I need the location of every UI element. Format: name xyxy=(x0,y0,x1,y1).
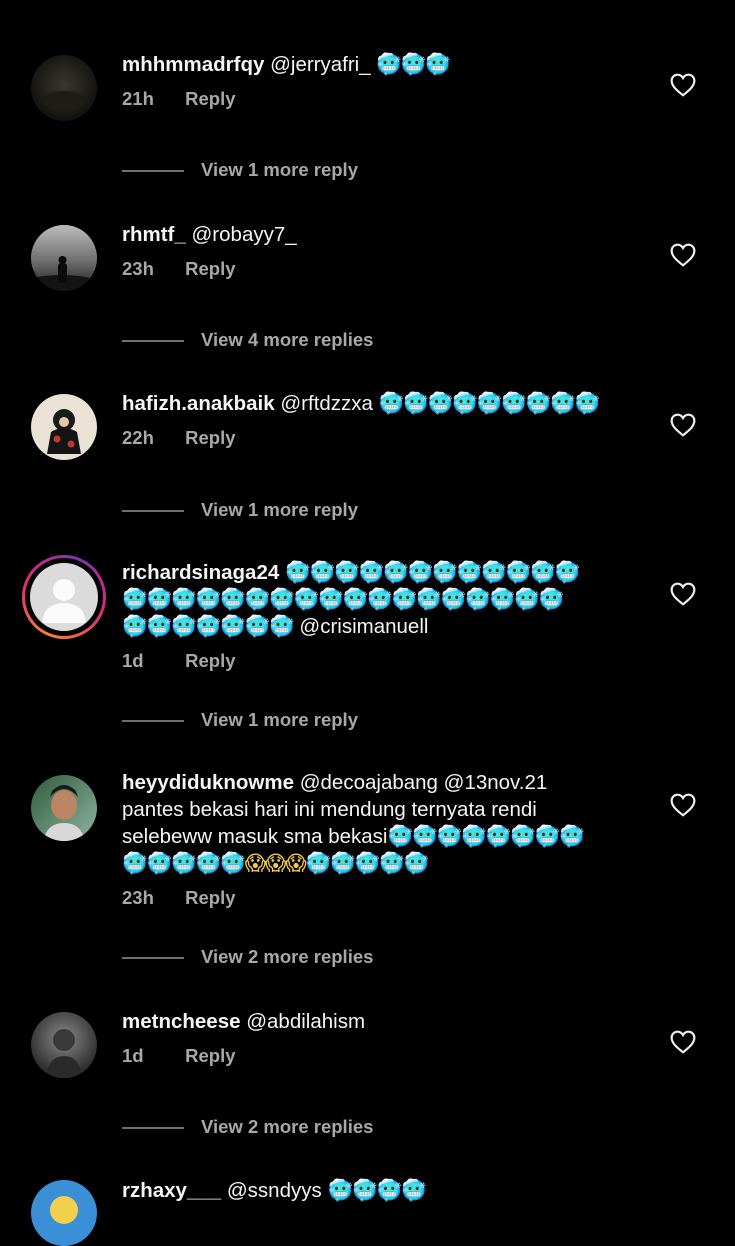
divider-line xyxy=(122,340,184,342)
comment-username[interactable]: rhmtf_ xyxy=(122,223,186,246)
comment-time: 1d xyxy=(122,1045,144,1066)
comment-time: 23h xyxy=(122,887,154,908)
reply-button[interactable]: Reply xyxy=(185,887,235,908)
heart-icon[interactable] xyxy=(670,1030,696,1054)
divider-line xyxy=(122,720,184,722)
comment-username[interactable]: mhhmmadrfqy xyxy=(122,53,264,76)
avatar[interactable] xyxy=(31,775,97,841)
comment-meta: 23h Reply xyxy=(122,887,236,909)
comment-time: 1d xyxy=(122,650,144,671)
comment-text: mhhmmadrfqy @jerryafri_ 🥶🥶🥶 xyxy=(122,51,642,78)
comment-text: hafizh.anakbaik @rftdzzxa 🥶🥶🥶🥶🥶🥶🥶🥶🥶 xyxy=(122,390,642,417)
comment-meta: 1d Reply xyxy=(122,1045,236,1067)
cold-face-emoji: 🥶🥶🥶🥶 xyxy=(327,1178,426,1202)
avatar[interactable] xyxy=(31,55,97,121)
comment-time: 22h xyxy=(122,427,154,448)
cold-face-emoji: 🥶🥶🥶🥶🥶🥶🥶 xyxy=(122,614,295,638)
comment-username[interactable]: richardsinaga24 xyxy=(122,561,279,584)
comment-meta: 22h Reply xyxy=(122,427,236,449)
comment-username[interactable]: rzhaxy___ xyxy=(122,1179,221,1202)
heart-icon[interactable] xyxy=(670,793,696,817)
view-more-label: View 2 more replies xyxy=(201,1116,374,1137)
reply-button[interactable]: Reply xyxy=(185,650,235,671)
view-more-label: View 1 more reply xyxy=(201,709,358,730)
view-more-label: View 4 more replies xyxy=(201,329,374,350)
heart-icon[interactable] xyxy=(670,73,696,97)
mention-link[interactable]: @crisimanuell xyxy=(299,615,428,638)
avatar[interactable] xyxy=(31,1012,97,1078)
comment-meta: 23h Reply xyxy=(122,258,236,280)
avatar-story-ring[interactable] xyxy=(22,555,106,639)
mention-link[interactable]: @decoajabang @13nov.21 xyxy=(300,771,548,794)
mention-link[interactable]: @rftdzzxa xyxy=(280,392,373,415)
heart-icon[interactable] xyxy=(670,582,696,606)
comment-text: richardsinaga24 🥶🥶🥶🥶🥶🥶🥶🥶🥶🥶🥶🥶 🥶🥶🥶🥶🥶🥶🥶🥶🥶🥶🥶… xyxy=(122,559,642,640)
divider-line xyxy=(122,1127,184,1129)
reply-button[interactable]: Reply xyxy=(185,1045,235,1066)
screaming-face-emoji: 😱😱😱 xyxy=(244,851,307,875)
comment-body: selebeww masuk sma bekasi xyxy=(122,825,388,848)
avatar[interactable] xyxy=(31,394,97,460)
comment-meta: 21h Reply xyxy=(122,88,236,110)
avatar[interactable] xyxy=(31,225,97,291)
heart-icon[interactable] xyxy=(670,243,696,267)
comment-text: metncheese @abdilahism xyxy=(122,1008,642,1035)
mention-link[interactable]: @ssndyys xyxy=(227,1179,322,1202)
cold-face-emoji: 🥶🥶🥶🥶🥶 xyxy=(305,851,430,875)
cold-face-emoji: 🥶🥶🥶 xyxy=(376,52,451,76)
comment-username[interactable]: hafizh.anakbaik xyxy=(122,392,275,415)
mention-link[interactable]: @robayy7_ xyxy=(192,223,297,246)
reply-button[interactable]: Reply xyxy=(185,427,235,448)
comment-time: 21h xyxy=(122,88,154,109)
reply-button[interactable]: Reply xyxy=(185,258,235,279)
heart-icon[interactable] xyxy=(670,413,696,437)
comment-body: pantes bekasi hari ini mendung ternyata … xyxy=(122,798,537,821)
comment-time: 23h xyxy=(122,258,154,279)
divider-line xyxy=(122,510,184,512)
cold-face-emoji: 🥶🥶🥶🥶🥶🥶🥶🥶🥶🥶🥶🥶🥶🥶🥶🥶🥶🥶 xyxy=(122,587,564,611)
comment-meta: 1d Reply xyxy=(122,650,236,672)
avatar xyxy=(30,563,98,631)
comment-text: rhmtf_ @robayy7_ xyxy=(122,221,642,248)
comment-username[interactable]: heyydiduknowme xyxy=(122,771,294,794)
reply-button[interactable]: Reply xyxy=(185,88,235,109)
divider-line xyxy=(122,170,184,172)
view-more-label: View 2 more replies xyxy=(201,946,374,967)
avatar[interactable] xyxy=(31,1180,97,1246)
comment-username[interactable]: metncheese xyxy=(122,1010,241,1033)
view-more-label: View 1 more reply xyxy=(201,499,358,520)
comment-text: heyydiduknowme @decoajabang @13nov.21 pa… xyxy=(122,769,642,877)
divider-line xyxy=(122,957,184,959)
cold-face-emoji: 🥶🥶🥶🥶🥶 xyxy=(122,851,246,875)
cold-face-emoji: 🥶🥶🥶🥶🥶🥶🥶🥶 xyxy=(387,824,584,848)
view-more-label: View 1 more reply xyxy=(201,159,358,180)
cold-face-emoji: 🥶🥶🥶🥶🥶🥶🥶🥶🥶🥶🥶🥶 xyxy=(284,560,580,584)
mention-link[interactable]: @abdilahism xyxy=(246,1010,365,1033)
mention-link[interactable]: @jerryafri_ xyxy=(270,53,371,76)
cold-face-emoji: 🥶🥶🥶🥶🥶🥶🥶🥶🥶 xyxy=(378,391,601,415)
